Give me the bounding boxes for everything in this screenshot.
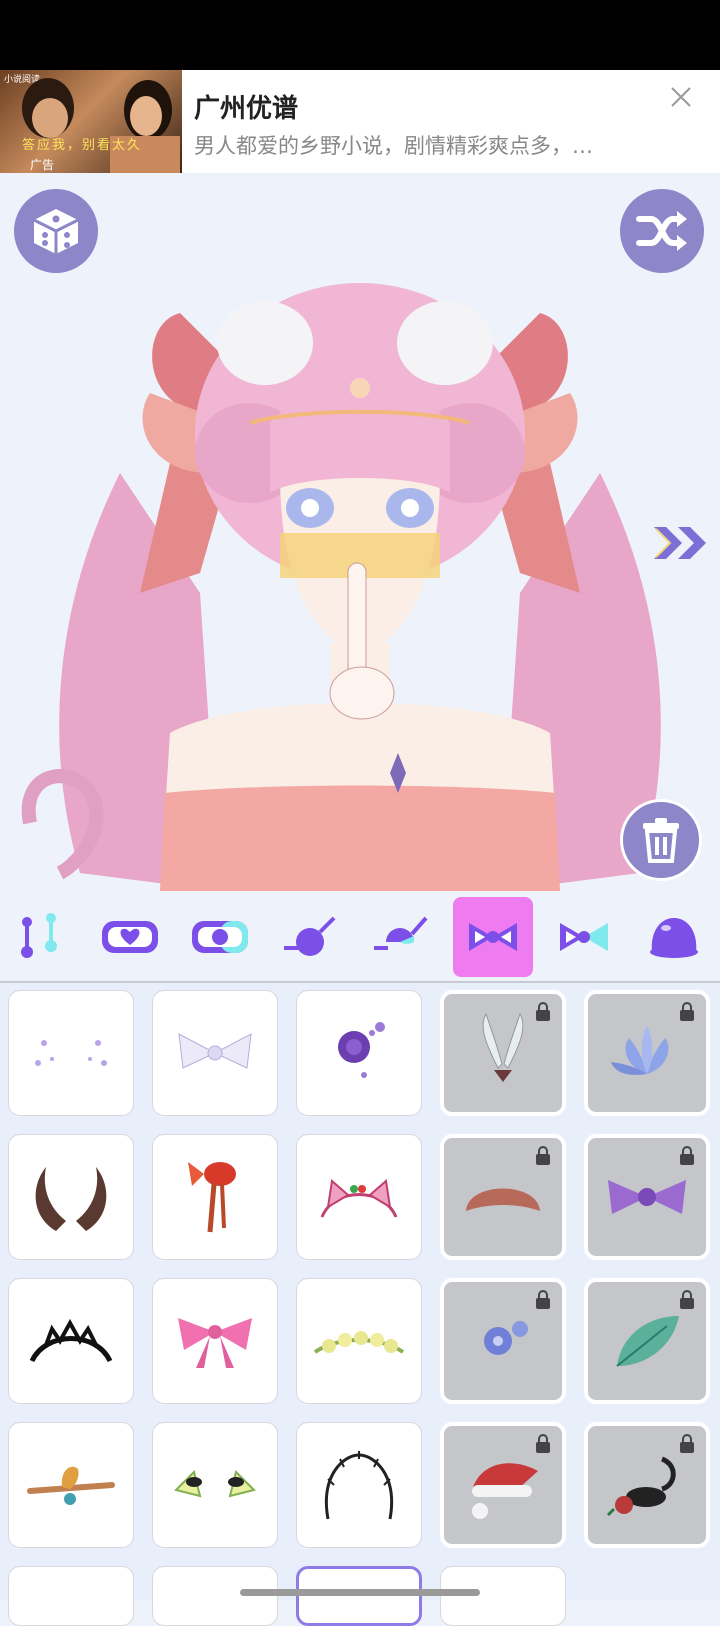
curved-horns-icon xyxy=(35,1167,107,1231)
bow-icon xyxy=(469,923,517,951)
item-black-tiara[interactable] xyxy=(8,1278,134,1404)
hat-icon xyxy=(650,918,698,958)
item-blue-lotus[interactable] xyxy=(584,990,710,1116)
item-insect-wings[interactable] xyxy=(440,990,566,1116)
item-grid xyxy=(0,983,720,1626)
item-flower-crown[interactable] xyxy=(296,1278,422,1404)
heart-mask-icon xyxy=(102,921,158,953)
goldfish-ornament-icon xyxy=(188,1162,236,1233)
dice-icon xyxy=(33,209,79,254)
item-dragon-antlers[interactable] xyxy=(8,1422,134,1548)
character-stage xyxy=(0,173,720,891)
randomize-button[interactable] xyxy=(14,189,98,273)
item-goldfish-ornament[interactable] xyxy=(152,1134,278,1260)
cat-ear-headband-icon xyxy=(320,1179,398,1218)
lock-icon xyxy=(680,1434,694,1453)
item-purple-bow[interactable] xyxy=(584,1134,710,1260)
shuffle-button[interactable] xyxy=(620,189,704,273)
double-chevron-right-icon[interactable] xyxy=(652,525,710,565)
item-purple-rose[interactable] xyxy=(296,990,422,1116)
item-curved-horns[interactable] xyxy=(8,1134,134,1260)
ad-description[interactable]: 男人都爱的乡野小说，剧情精彩爽点多，… xyxy=(194,130,593,160)
home-indicator[interactable] xyxy=(240,1589,480,1596)
lock-icon xyxy=(680,1002,694,1021)
item-partial-selected[interactable] xyxy=(296,1566,422,1626)
lock-icon xyxy=(680,1146,694,1165)
monocle-icon xyxy=(374,916,428,950)
delete-button[interactable] xyxy=(620,799,702,881)
pink-bow-icon xyxy=(178,1318,252,1368)
tab-heart-mask[interactable] xyxy=(90,897,170,977)
sparkle-dots-icon xyxy=(35,1040,107,1066)
item-cat-ear-headband[interactable] xyxy=(296,1134,422,1260)
item-thorn-tiara[interactable] xyxy=(296,1422,422,1548)
tab-monocle[interactable] xyxy=(360,897,440,977)
tab-hat[interactable] xyxy=(634,897,714,977)
bread-hat-icon xyxy=(466,1188,540,1211)
santa-hat-icon xyxy=(472,1463,538,1519)
thorn-tiara-icon xyxy=(325,1451,393,1520)
insect-wings-icon xyxy=(482,1012,524,1082)
black-tiara-icon xyxy=(29,1318,113,1363)
trash-icon xyxy=(643,818,679,863)
side-bow-icon xyxy=(560,923,608,951)
ad-thumb-image xyxy=(22,78,180,173)
item-bread-hat[interactable] xyxy=(440,1134,566,1260)
item-partial[interactable] xyxy=(8,1566,134,1626)
tab-piercing[interactable] xyxy=(0,897,80,977)
purple-bow-icon xyxy=(608,1180,686,1214)
piercing-icon xyxy=(21,913,57,958)
item-scorpion-rose[interactable] xyxy=(584,1422,710,1548)
lock-icon xyxy=(536,1146,550,1165)
shuffle-icon xyxy=(636,211,687,251)
item-pink-bow[interactable] xyxy=(152,1278,278,1404)
blue-flowers-icon xyxy=(484,1321,528,1355)
category-tabs xyxy=(0,891,720,983)
ad-badge: 广告 xyxy=(30,158,55,172)
item-partial[interactable] xyxy=(152,1566,278,1626)
earphones-icon xyxy=(174,1470,256,1498)
eye-patch-icon xyxy=(284,916,336,956)
item-sparkle-dots[interactable] xyxy=(8,990,134,1116)
half-mask-icon xyxy=(192,921,248,953)
blue-lotus-icon xyxy=(611,1026,669,1075)
ad-banner[interactable]: 小说阅读 答应我，别看太久 广告 广州优谱 男人都爱的乡野小说，剧情精彩爽点多，… xyxy=(0,70,720,173)
tab-half-mask[interactable] xyxy=(180,897,260,977)
white-bow-icon xyxy=(178,1033,252,1069)
purple-rose-icon xyxy=(338,1022,385,1078)
item-white-bow[interactable] xyxy=(152,990,278,1116)
ad-thumb-caption: 答应我，别看太久 xyxy=(22,138,143,153)
close-icon[interactable] xyxy=(670,84,692,114)
scorpion-rose-icon xyxy=(606,1456,676,1517)
dragon-antlers-icon xyxy=(27,1466,115,1505)
character-illustration xyxy=(21,283,661,891)
lock-icon xyxy=(536,1434,550,1453)
tab-bow[interactable] xyxy=(453,897,533,977)
lock-icon xyxy=(680,1290,694,1309)
ad-thumbnail[interactable]: 小说阅读 答应我，别看太久 广告 xyxy=(0,70,182,173)
lock-icon xyxy=(536,1290,550,1309)
tab-eye-patch[interactable] xyxy=(270,897,350,977)
ad-title[interactable]: 广州优谱 xyxy=(194,88,298,125)
flower-crown-icon xyxy=(313,1331,405,1354)
item-earphones[interactable] xyxy=(152,1422,278,1548)
tab-side-bow[interactable] xyxy=(544,897,624,977)
item-partial[interactable] xyxy=(440,1566,566,1626)
item-santa-hat[interactable] xyxy=(440,1422,566,1548)
lock-icon xyxy=(536,1002,550,1021)
item-green-leaf[interactable] xyxy=(584,1278,710,1404)
green-leaf-icon xyxy=(616,1316,679,1367)
item-blue-flowers[interactable] xyxy=(440,1278,566,1404)
status-bar xyxy=(0,0,720,70)
